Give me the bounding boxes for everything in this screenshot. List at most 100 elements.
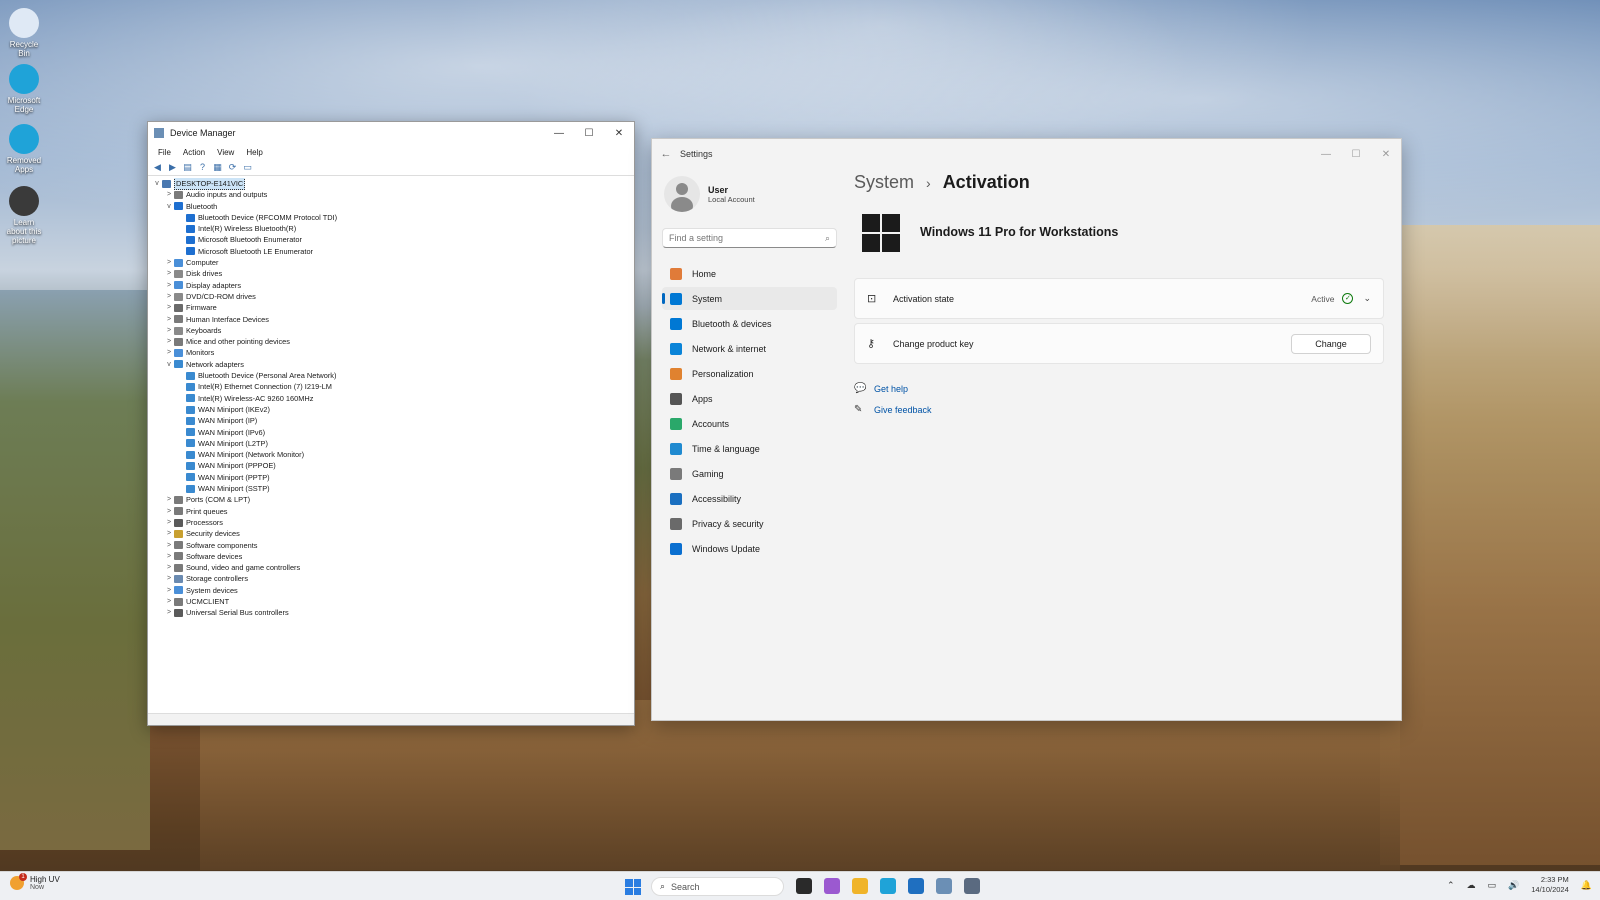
task-view-icon[interactable] [796, 878, 812, 894]
device-manager-icon[interactable] [936, 878, 952, 894]
tree-node[interactable]: > Mice and other pointing devices [150, 336, 632, 347]
cloud-icon[interactable]: ☁ [1467, 880, 1476, 891]
tree-node[interactable]: WAN Miniport (IP) [150, 415, 632, 426]
maximize-button[interactable]: ☐ [574, 122, 604, 144]
menu-item-action[interactable]: Action [177, 148, 211, 157]
nav-item-gaming[interactable]: Gaming [662, 462, 837, 485]
nav-item-bluetooth-devices[interactable]: Bluetooth & devices [662, 312, 837, 335]
expand-right-icon[interactable]: > [164, 517, 174, 528]
close-button[interactable]: ✕ [604, 122, 634, 144]
tree-node[interactable]: > Audio inputs and outputs [150, 189, 632, 200]
expand-right-icon[interactable]: > [164, 585, 174, 596]
tree-node[interactable]: > Human Interface Devices [150, 314, 632, 325]
taskbar-search[interactable]: ⌕ Search [651, 877, 784, 896]
chevron-down-icon[interactable]: ⌄ [1363, 293, 1371, 304]
expand-down-icon[interactable]: v [164, 201, 174, 212]
expand-right-icon[interactable]: > [164, 607, 174, 618]
forward-arrow-icon[interactable]: ▶ [167, 162, 178, 173]
nav-item-windows-update[interactable]: Windows Update [662, 537, 837, 560]
expand-right-icon[interactable]: > [164, 336, 174, 347]
desktop-icon[interactable]: Recycle Bin [4, 8, 44, 58]
tree-node[interactable]: WAN Miniport (L2TP) [150, 438, 632, 449]
help-icon[interactable]: ? [197, 162, 208, 173]
nav-item-accounts[interactable]: Accounts [662, 412, 837, 435]
maximize-button[interactable]: ☐ [1341, 143, 1371, 165]
tree-node[interactable]: > Print queues [150, 506, 632, 517]
device-manager-titlebar[interactable]: Device Manager — ☐ ✕ [148, 122, 634, 144]
scan-hardware-icon[interactable]: ⟳ [227, 162, 238, 173]
tree-node[interactable]: Bluetooth Device (RFCOMM Protocol TDI) [150, 212, 632, 223]
expand-right-icon[interactable]: > [164, 494, 174, 505]
expand-right-icon[interactable]: > [164, 347, 174, 358]
expand-right-icon[interactable]: > [164, 268, 174, 279]
start-button[interactable] [625, 879, 641, 895]
tree-node[interactable]: > Processors [150, 517, 632, 528]
tree-node[interactable]: WAN Miniport (IPv6) [150, 427, 632, 438]
edge-icon[interactable] [880, 878, 896, 894]
tree-node[interactable]: > Sound, video and game controllers [150, 562, 632, 573]
expand-right-icon[interactable]: > [164, 540, 174, 551]
tree-node[interactable]: v Network adapters [150, 359, 632, 370]
desktop-icon[interactable]: Removed Apps [4, 124, 44, 174]
store-icon[interactable] [908, 878, 924, 894]
nav-item-privacy-security[interactable]: Privacy & security [662, 512, 837, 535]
tree-node[interactable]: > Software components [150, 540, 632, 551]
volume-icon[interactable]: 🔊 [1508, 880, 1519, 891]
tree-node[interactable]: WAN Miniport (IKEv2) [150, 404, 632, 415]
expand-right-icon[interactable]: > [164, 551, 174, 562]
tree-node[interactable]: > Computer [150, 257, 632, 268]
nav-item-accessibility[interactable]: Accessibility [662, 487, 837, 510]
expand-right-icon[interactable]: > [164, 562, 174, 573]
tree-node[interactable]: WAN Miniport (SSTP) [150, 483, 632, 494]
get-help-link[interactable]: 💬 Get help [854, 383, 908, 394]
menu-item-view[interactable]: View [211, 148, 240, 157]
expand-right-icon[interactable]: > [164, 302, 174, 313]
find-setting-input[interactable]: Find a setting ⌕ [662, 228, 837, 248]
weather-widget[interactable]: High UV Now [10, 873, 60, 891]
expand-right-icon[interactable]: > [164, 291, 174, 302]
desktop-icon[interactable]: Learn about this picture [4, 186, 44, 245]
expand-right-icon[interactable]: > [164, 325, 174, 336]
expand-right-icon[interactable]: > [164, 596, 174, 607]
properties-icon[interactable]: ▤ [182, 162, 193, 173]
back-arrow-icon[interactable]: ← [652, 148, 680, 160]
tree-node[interactable]: Intel(R) Wireless-AC 9260 160MHz [150, 393, 632, 404]
menu-item-file[interactable]: File [152, 148, 177, 157]
desktop-icon[interactable]: Microsoft Edge [4, 64, 44, 114]
tree-node[interactable]: v DESKTOP-E141VIC [150, 178, 632, 191]
expand-right-icon[interactable]: > [164, 528, 174, 539]
tree-node[interactable]: Intel(R) Ethernet Connection (7) I219-LM [150, 381, 632, 392]
tree-node[interactable]: WAN Miniport (PPPOE) [150, 460, 632, 471]
tree-node[interactable]: > Universal Serial Bus controllers [150, 607, 632, 618]
expand-down-icon[interactable]: v [152, 178, 162, 189]
user-profile[interactable]: User Local Account [664, 176, 755, 212]
nav-item-time-language[interactable]: Time & language [662, 437, 837, 460]
expand-right-icon[interactable]: > [164, 280, 174, 291]
notification-bell-icon[interactable]: 🔔 [1581, 880, 1592, 891]
tree-node[interactable]: v Bluetooth [150, 201, 632, 212]
tree-node[interactable]: > Firmware [150, 302, 632, 313]
clock[interactable]: 2:33 PM 14/10/2024 [1531, 875, 1569, 895]
tree-node[interactable]: > Monitors [150, 347, 632, 358]
tree-node[interactable]: > Display adapters [150, 280, 632, 291]
tree-node[interactable]: > Ports (COM & LPT) [150, 494, 632, 505]
back-arrow-icon[interactable]: ◀ [152, 162, 163, 173]
tree-node[interactable]: Microsoft Bluetooth LE Enumerator [150, 246, 632, 257]
activation-state-card[interactable]: ⊡ Activation state Active ✓ ⌄ [854, 278, 1384, 319]
expand-right-icon[interactable]: > [164, 257, 174, 268]
breadcrumb-system[interactable]: System [854, 172, 914, 193]
monitor-icon[interactable]: ▭ [242, 162, 253, 173]
nav-item-home[interactable]: Home [662, 262, 837, 285]
change-product-key-button[interactable]: Change [1291, 333, 1371, 354]
tree-node[interactable]: WAN Miniport (PPTP) [150, 472, 632, 483]
nav-item-network-internet[interactable]: Network & internet [662, 337, 837, 360]
tree-node[interactable]: > DVD/CD-ROM drives [150, 291, 632, 302]
expand-right-icon[interactable]: > [164, 314, 174, 325]
expand-right-icon[interactable]: > [164, 573, 174, 584]
network-icon[interactable]: ▭ [1488, 880, 1497, 891]
tree-node[interactable]: > UCMCLIENT [150, 596, 632, 607]
minimize-button[interactable]: — [544, 122, 574, 144]
tree-node[interactable]: > Storage controllers [150, 573, 632, 584]
menu-item-help[interactable]: Help [240, 148, 268, 157]
expand-right-icon[interactable]: > [164, 506, 174, 517]
